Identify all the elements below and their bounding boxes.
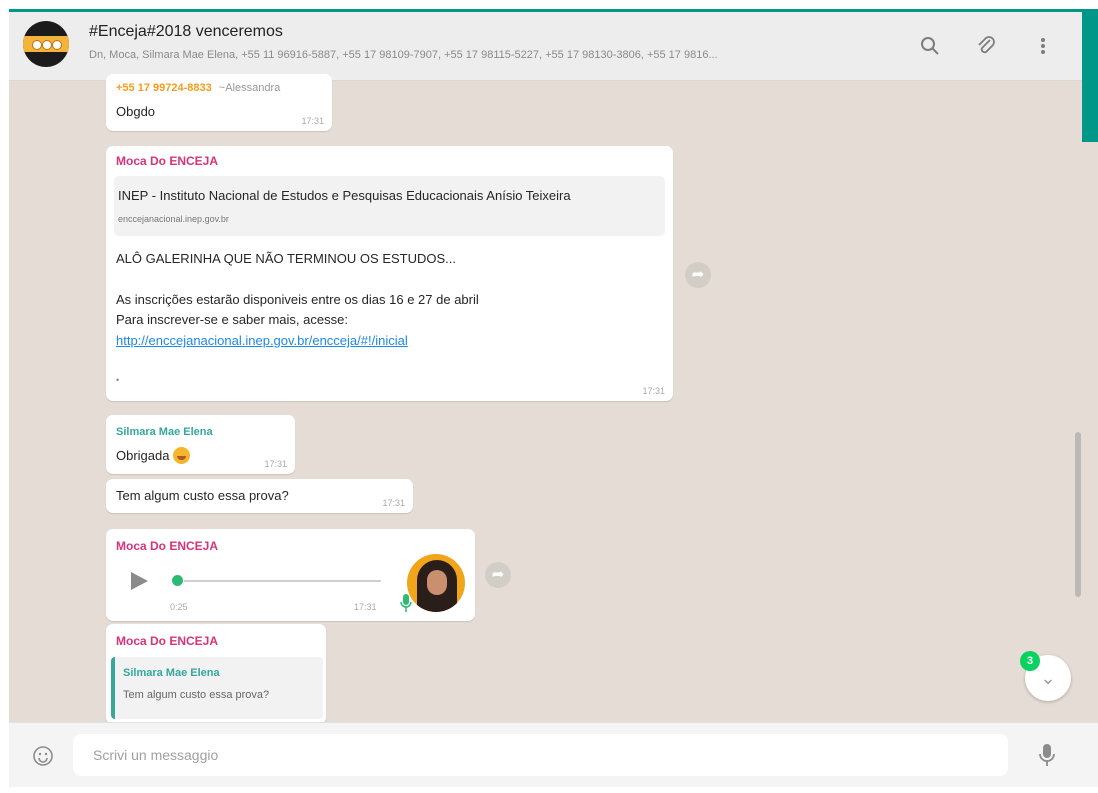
smile-emoji-icon [173,447,191,464]
chat-participants[interactable]: Dn, Moca, Silmara Mae Elena, +55 11 9691… [89,49,889,61]
chevron-down-icon: ⌄ [1040,668,1056,688]
avatar-logo-dot [42,40,52,50]
message-bubble[interactable]: Tem algum custo essa prova? 17:31 [106,479,413,513]
accent-strip [1082,12,1098,142]
quoted-message[interactable]: Silmara Mae Elena Tem algum custo essa p… [111,657,323,719]
message-bubble[interactable]: Moca Do ENCEJA INEP - Instituto Nacional… [106,146,673,401]
message-text: As inscrições estarão disponiveis entre … [116,292,479,307]
audio-progress-track[interactable] [184,580,381,582]
message-link[interactable]: http://encceja­nacional.inep.gov.br/encc… [116,333,408,348]
message-bubble[interactable]: Moca Do ENCEJA Silmara Mae Elena Tem alg… [106,624,326,724]
quoted-sender: Silmara Mae Elena [123,667,220,679]
composer-bar: Scrivi un messaggio [9,722,1098,787]
message-bullet: • [116,375,120,385]
group-avatar[interactable] [23,21,69,67]
chat-window: #Enceja#2018 venceremos Dn, Moca, Silmar… [9,9,1098,787]
link-preview-url: encceja­nacional.inep.gov.br [118,214,229,224]
link-preview-title: INEP - Instituto Nacional de Estudos e P… [118,188,571,203]
chat-header[interactable]: #Enceja#2018 venceremos Dn, Moca, Silmar… [9,12,1082,81]
sender-avatar [407,554,465,612]
message-time: 17:31 [382,498,405,508]
message-time: 17:31 [301,116,324,126]
audio-duration: 0:25 [170,602,188,612]
message-time: 17:31 [264,459,287,469]
microphone-icon[interactable] [1037,742,1057,768]
quoted-text: Tem algum custo essa prova? [123,689,270,701]
chat-title[interactable]: #Enceja#2018 venceremos [89,23,283,41]
sender-alias: ~Alessandra [218,82,281,94]
message-time: 17:31 [354,602,377,612]
message-input-placeholder: Scrivi un messaggio [93,747,219,763]
message-input[interactable]: Scrivi un messaggio [73,734,1008,776]
emoji-icon[interactable] [31,744,55,768]
sender-name[interactable]: Silmara Mae Elena [116,426,213,438]
message-text: Obgdo [116,104,156,119]
microphone-icon [400,594,412,612]
audio-progress-handle[interactable] [172,575,183,586]
link-preview[interactable]: INEP - Instituto Nacional de Estudos e P… [114,176,665,236]
avatar-logo-dot [52,40,62,50]
message-time: 17:31 [642,386,665,396]
message-text: Para inscrever-se e saber mais, acesse: [116,312,348,327]
forward-icon[interactable]: ➦ [685,262,711,288]
sender-name[interactable]: Moca Do ENCEJA [116,539,218,553]
scrollbar[interactable] [1075,432,1081,597]
play-icon[interactable] [128,570,150,592]
message-text: Obrigada [116,448,170,463]
paperclip-icon[interactable] [974,34,998,58]
sender-name[interactable]: Moca Do ENCEJA [116,154,218,168]
voice-message-bubble[interactable]: Moca Do ENCEJA 0:25 17:31 [106,529,475,621]
sender-phone[interactable]: +55 17 99724-8833 [116,82,212,94]
message-text: ALÔ GALERINHA QUE NÃO TERMINOU OS ESTUDO… [116,251,456,266]
menu-icon[interactable] [1031,34,1055,58]
avatar-logo-dot [32,40,42,50]
message-text: Tem algum custo essa prova? [116,488,289,503]
forward-icon[interactable]: ➦ [485,562,511,588]
message-bubble[interactable]: +55 17 99724-8833 ~Alessandra Obgdo 17:3… [106,74,332,131]
search-icon[interactable] [918,34,942,58]
unread-badge: 3 [1020,651,1040,671]
sender-name[interactable]: Moca Do ENCEJA [116,634,218,648]
message-bubble[interactable]: Silmara Mae Elena Obrigada 17:31 [106,415,295,474]
